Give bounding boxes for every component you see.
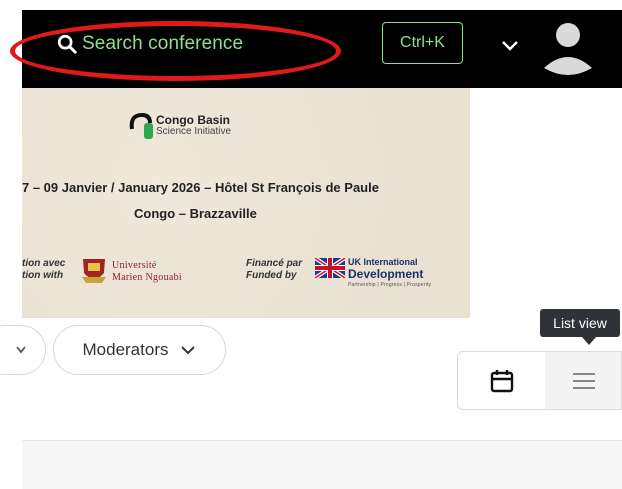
university-crest-icon [82,259,106,283]
org-name: Congo Basin [156,113,230,127]
search-placeholder: Search conference [82,33,244,54]
content-area [22,441,622,489]
chevron-down-icon [181,346,196,355]
filter-pill-partial[interactable] [0,325,46,375]
chevron-down-icon [16,346,26,354]
user-avatar-icon[interactable] [540,18,596,78]
list-view-button[interactable] [545,352,622,409]
ukid-line1: UK International [348,257,418,267]
list-icon [572,372,595,389]
uk-flag-icon [315,258,345,278]
conference-banner: Congo Basin Science Initiative 7 – 09 Ja… [22,88,470,318]
funded-text-fr: Financé par [246,258,303,269]
congo-basin-logo-icon [129,112,153,139]
partner-text-en: tion with [22,270,64,281]
moderators-filter-button[interactable]: Moderators [53,325,226,375]
view-toggle [457,351,622,410]
moderators-filter-label: Moderators [82,340,169,359]
search-conference-button[interactable]: Search conference [56,29,243,59]
org-subtitle: Science Initiative [156,126,232,137]
keyboard-shortcut-badge[interactable]: Ctrl+K [382,22,463,64]
tooltip-arrow [582,337,596,345]
list-view-tooltip: List view [540,309,620,337]
university-name-line2: Marien Ngouabi [112,272,183,283]
ukid-tagline: Partnership | Progress | Prosperity [348,282,432,288]
partner-text-fr: tion avec [22,258,66,269]
university-name-line1: Université [112,260,157,271]
top-bar: Search conference Ctrl+K [10,10,622,88]
funded-text-en: Funded by [246,270,297,281]
ukid-line2: Development [348,267,424,281]
calendar-icon [490,369,513,392]
event-dates: 7 – 09 Janvier / January 2026 – Hôtel St… [22,180,379,195]
search-icon [57,34,77,54]
chevron-down-icon[interactable] [500,38,520,54]
calendar-view-button[interactable] [458,352,545,409]
event-city: Congo – Brazzaville [134,206,257,221]
